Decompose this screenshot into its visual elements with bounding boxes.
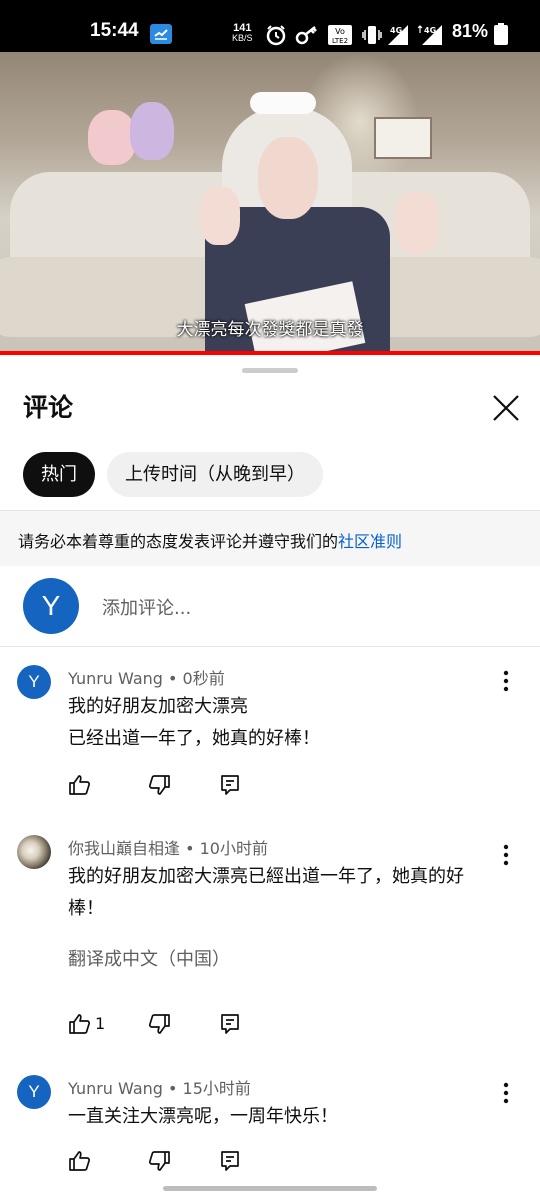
community-guidelines-link[interactable]: 社区准则	[338, 532, 402, 551]
comment-text-line: 我的好朋友加密大漂亮已經出道一年了，她真的好	[68, 866, 464, 887]
video-plush-toy	[88, 110, 136, 165]
comment-text-line: 一直关注大漂亮呢，一周年快乐！	[68, 1106, 338, 1127]
chip-newest-first[interactable]: 上传时间（从晚到早）	[107, 452, 323, 497]
battery-icon	[494, 23, 508, 49]
video-subtitle: 大漂亮每次發獎都是真發	[176, 320, 364, 340]
video-person-hand	[200, 187, 240, 245]
guidelines-text: 请务必本着尊重的态度发表评论并遵守我们的社区准则	[18, 528, 402, 552]
reply-icon	[221, 1014, 239, 1034]
dislike-button[interactable]	[147, 1149, 171, 1173]
signal-4g-2-icon: 4G	[417, 24, 444, 50]
close-button[interactable]	[490, 392, 522, 424]
comment-meta: Yunru Wang • 0秒前	[68, 669, 225, 688]
avatar[interactable]	[17, 835, 51, 869]
community-guidelines-notice: 请务必本着尊重的态度发表评论并遵守我们的社区准则	[0, 510, 540, 566]
comments-title: 评论	[23, 393, 74, 422]
video-person-hand	[395, 192, 439, 254]
dislike-button[interactable]	[147, 1012, 171, 1036]
more-options-button[interactable]	[496, 1081, 516, 1105]
svg-text:4G: 4G	[390, 26, 402, 35]
vpn-key-icon	[295, 24, 319, 50]
comment-text-line: 我的好朋友加密大漂亮	[68, 696, 248, 717]
comment-meta: Yunru Wang • 15小时前	[68, 1079, 251, 1098]
svg-text:LTE2: LTE2	[332, 37, 348, 45]
like-button[interactable]	[68, 1012, 92, 1036]
comment-text: 我的好朋友加密大漂亮 已经出道一年了，她真的好棒！	[68, 691, 508, 755]
add-comment-input[interactable]: 添加评论...	[102, 594, 191, 620]
more-options-button[interactable]	[496, 669, 516, 693]
comments-sheet: 评论 热门 上传时间（从晚到早） 请务必本着尊重的态度发表评论并遵守我们的社区准…	[0, 355, 540, 1200]
drag-handle[interactable]	[242, 368, 298, 373]
thumbs-down-icon	[148, 775, 170, 795]
reply-icon	[221, 1151, 239, 1171]
video-person-face	[258, 137, 318, 219]
video-person-headband	[250, 92, 316, 114]
more-vert-icon	[503, 1082, 509, 1104]
comment-text: 一直关注大漂亮呢，一周年快乐！	[68, 1101, 508, 1133]
svg-text:Vo: Vo	[335, 27, 345, 36]
home-indicator[interactable]	[163, 1186, 377, 1191]
thumbs-up-icon	[69, 1014, 91, 1034]
video-player[interactable]: 大漂亮每次發獎都是真發	[0, 52, 540, 355]
comment-meta: 你我山巔自相逢 • 10小时前	[68, 839, 268, 858]
comment-text-line: 棒！	[68, 898, 104, 919]
status-bar: 15:44 141 KB/S Vo LTE2 4G 4G 81%	[0, 0, 540, 52]
svg-text:4G: 4G	[424, 26, 436, 35]
status-time: 15:44	[90, 20, 139, 41]
thumbs-up-icon	[69, 1151, 91, 1171]
like-button[interactable]	[68, 1149, 92, 1173]
alarm-icon	[265, 24, 287, 50]
comment-text: 我的好朋友加密大漂亮已經出道一年了，她真的好 棒！	[68, 861, 508, 925]
app-notification-icon	[150, 24, 172, 44]
network-speed-unit: KB/S	[232, 33, 253, 43]
battery-percent: 81%	[452, 21, 489, 41]
network-speed-value: 141	[233, 22, 252, 34]
comment-author[interactable]: Yunru Wang	[68, 1079, 163, 1098]
add-comment-row[interactable]: Y 添加评论...	[0, 566, 540, 647]
chip-top[interactable]: 热门	[23, 452, 95, 497]
like-button[interactable]	[68, 773, 92, 797]
signal-4g-icon: 4G	[386, 24, 410, 50]
thumbs-up-icon	[69, 775, 91, 795]
more-options-button[interactable]	[496, 843, 516, 867]
video-picture-frame	[374, 117, 432, 159]
volte-icon: Vo LTE2	[327, 24, 353, 50]
avatar: Y	[23, 578, 79, 634]
more-vert-icon	[503, 844, 509, 866]
comment-time: 10小时前	[199, 839, 268, 858]
avatar[interactable]: Y	[17, 665, 51, 699]
network-speed: 141 KB/S	[232, 22, 253, 44]
video-plush-toy	[130, 102, 174, 160]
comment-time: 0秒前	[182, 669, 225, 688]
guidelines-prefix: 请务必本着尊重的态度发表评论并遵守我们的	[18, 532, 339, 551]
comment-author[interactable]: Yunru Wang	[68, 669, 163, 688]
close-icon	[493, 395, 519, 421]
vibrate-icon	[362, 24, 382, 50]
reply-button[interactable]	[218, 1149, 242, 1173]
comment-text-line: 已经出道一年了，她真的好棒！	[68, 728, 320, 749]
dislike-button[interactable]	[147, 773, 171, 797]
more-vert-icon	[503, 670, 509, 692]
comment-author[interactable]: 你我山巔自相逢	[68, 839, 180, 858]
comment-time: 15小时前	[182, 1079, 251, 1098]
reply-button[interactable]	[218, 1012, 242, 1036]
reply-button[interactable]	[218, 773, 242, 797]
avatar[interactable]: Y	[17, 1075, 51, 1109]
reply-icon	[221, 775, 239, 795]
translate-button[interactable]: 翻译成中文（中国）	[68, 945, 230, 971]
thumbs-down-icon	[148, 1151, 170, 1171]
thumbs-down-icon	[148, 1014, 170, 1034]
like-count: 1	[95, 1014, 106, 1033]
